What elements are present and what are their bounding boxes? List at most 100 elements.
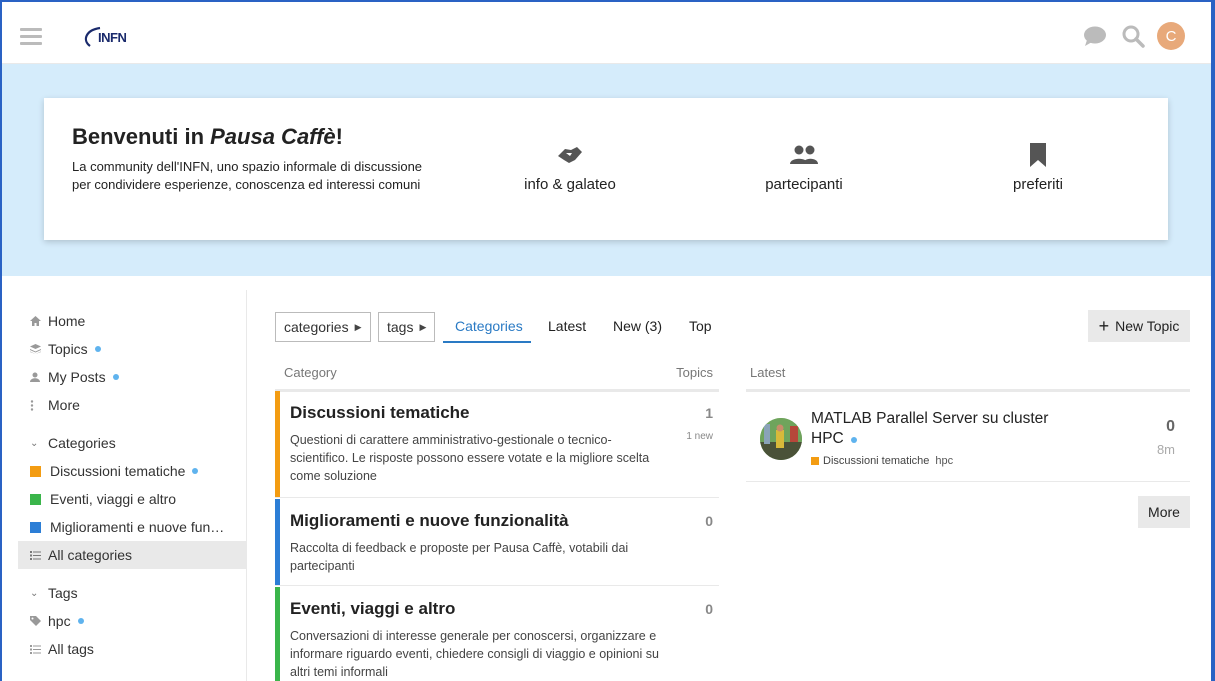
partecipanti-label: partecipanti bbox=[765, 176, 843, 193]
categories-dropdown[interactable]: categories ▶ bbox=[275, 312, 371, 342]
layers-icon bbox=[30, 344, 48, 354]
tab-top[interactable]: Top bbox=[689, 318, 712, 334]
bookmark-icon bbox=[958, 140, 1118, 170]
users-icon bbox=[724, 140, 884, 170]
tab-new[interactable]: New (3) bbox=[613, 318, 662, 334]
chevron-down-icon: ⌄ bbox=[30, 437, 39, 449]
sidebar-item-label: Eventi, viaggi e altro bbox=[50, 491, 177, 507]
home-icon bbox=[30, 316, 48, 326]
sidebar-tags-header[interactable]: ⌄ Tags bbox=[18, 579, 246, 607]
user-icon bbox=[30, 372, 48, 382]
column-header-category: Category bbox=[284, 365, 337, 380]
category-color-bar bbox=[275, 499, 280, 585]
category-color-square bbox=[30, 465, 41, 477]
sidebar-item-label: Discussioni tematiche bbox=[50, 463, 186, 479]
sidebar-section-label: Categories bbox=[48, 435, 116, 451]
categories-table-header: Category Topics bbox=[275, 362, 719, 392]
category-name[interactable]: Discussioni tematiche bbox=[290, 403, 470, 423]
sidebar-item-topics[interactable]: Topics bbox=[18, 335, 246, 363]
sidebar-item-label: hpc bbox=[48, 613, 71, 629]
category-color-bar bbox=[275, 391, 280, 497]
chevron-down-icon: ⌄ bbox=[30, 587, 39, 599]
sidebar-item-discussioni-tematiche[interactable]: Discussioni tematiche bbox=[18, 457, 246, 485]
category-topic-count: 0 bbox=[705, 601, 713, 617]
welcome-description: La community dell'INFN, uno spazio infor… bbox=[72, 159, 423, 192]
latest-topic-row[interactable]: MATLAB Parallel Server su cluster HPC Di… bbox=[746, 394, 1190, 482]
tab-categories[interactable]: Categories bbox=[455, 318, 523, 334]
sidebar-item-label: Miglioramenti e nuove fun… bbox=[50, 519, 225, 535]
sidebar-item-eventi[interactable]: Eventi, viaggi e altro bbox=[18, 485, 246, 513]
category-description: Conversazioni di interesse generale per … bbox=[290, 629, 659, 679]
vertical-dots-icon bbox=[30, 399, 48, 411]
tab-latest[interactable]: Latest bbox=[548, 318, 586, 334]
unread-dot bbox=[850, 437, 857, 443]
category-color-square bbox=[811, 457, 819, 465]
category-row-miglioramenti[interactable]: Miglioramenti e nuove funzionalità Racco… bbox=[275, 499, 719, 586]
category-name[interactable]: Miglioramenti e nuove funzionalità bbox=[290, 511, 569, 531]
tags-dropdown[interactable]: tags ▶ bbox=[378, 312, 436, 342]
tag-icon bbox=[30, 616, 48, 626]
sidebar-item-all-tags[interactable]: All tags bbox=[18, 635, 246, 663]
sidebar-item-label: Topics bbox=[48, 341, 88, 357]
handshake-icon bbox=[490, 140, 650, 170]
sidebar-item-miglioramenti[interactable]: Miglioramenti e nuove fun… bbox=[18, 513, 246, 541]
site-header: INFN C bbox=[2, 2, 1211, 64]
sidebar-divider bbox=[246, 290, 247, 681]
list-icon bbox=[30, 644, 48, 654]
dropdown-label: tags bbox=[387, 319, 414, 335]
topic-category-link[interactable]: Discussioni tematiche bbox=[823, 455, 929, 467]
info-galateo-link[interactable]: info & galateo bbox=[490, 140, 650, 193]
category-color-square bbox=[30, 521, 41, 533]
topic-tag-link[interactable]: hpc bbox=[935, 455, 953, 467]
sidebar-item-my-posts[interactable]: My Posts bbox=[18, 363, 246, 391]
sidebar-item-tag-hpc[interactable]: hpc bbox=[18, 607, 246, 635]
topic-title-link[interactable]: MATLAB Parallel Server su cluster HPC bbox=[811, 409, 1081, 449]
info-galateo-label: info & galateo bbox=[524, 176, 616, 193]
category-color-square bbox=[30, 493, 41, 505]
sidebar-item-all-categories[interactable]: All categories bbox=[18, 541, 246, 569]
new-topic-label: New Topic bbox=[1115, 318, 1180, 334]
navigation-bar: categories ▶ tags ▶ Categories Latest Ne… bbox=[275, 310, 1190, 344]
unread-dot bbox=[94, 346, 101, 352]
infn-logo[interactable]: INFN bbox=[80, 24, 140, 50]
welcome-banner: Benvenuti in Pausa Caffè! La community d… bbox=[2, 64, 1211, 276]
user-avatar[interactable]: C bbox=[1157, 22, 1185, 50]
category-description: Questioni di carattere amministrativo-ge… bbox=[290, 433, 650, 483]
category-description: Raccolta di feedback e proposte per Paus… bbox=[290, 541, 629, 573]
hamburger-menu-icon[interactable] bbox=[20, 28, 42, 46]
partecipanti-link[interactable]: partecipanti bbox=[724, 140, 884, 193]
unread-dot bbox=[77, 618, 84, 624]
sidebar-item-more[interactable]: More bbox=[18, 391, 246, 419]
logo-text: INFN bbox=[98, 30, 127, 45]
poster-avatar[interactable] bbox=[760, 418, 802, 460]
sidebar-item-label: All tags bbox=[48, 641, 94, 657]
sidebar-section-label: Tags bbox=[48, 585, 78, 601]
search-icon[interactable] bbox=[1119, 22, 1147, 50]
list-icon bbox=[30, 550, 48, 560]
category-new-count[interactable]: 1 new bbox=[686, 431, 713, 442]
new-topic-button[interactable]: + New Topic bbox=[1088, 310, 1190, 342]
sidebar-item-home[interactable]: Home bbox=[18, 307, 246, 335]
category-row-discussioni-tematiche[interactable]: Discussioni tematiche Questioni di carat… bbox=[275, 391, 719, 498]
category-name[interactable]: Eventi, viaggi e altro bbox=[290, 599, 455, 619]
topic-post-count[interactable]: 0 bbox=[1166, 418, 1175, 436]
unread-dot bbox=[192, 468, 199, 474]
plus-icon: + bbox=[1098, 316, 1110, 336]
category-topic-count: 1 bbox=[705, 405, 713, 421]
page: INFN C Benvenuti in Pausa Caffè! La comm… bbox=[2, 2, 1211, 681]
more-button[interactable]: More bbox=[1138, 496, 1190, 528]
chat-icon[interactable] bbox=[1081, 22, 1109, 50]
sidebar: Home Topics My Posts More ⌄ Categories D… bbox=[18, 307, 246, 663]
preferiti-link[interactable]: preferiti bbox=[958, 140, 1118, 193]
sidebar-categories-header[interactable]: ⌄ Categories bbox=[18, 429, 246, 457]
welcome-title: Benvenuti in Pausa Caffè! bbox=[72, 124, 343, 149]
category-color-bar bbox=[275, 587, 280, 681]
latest-header-label: Latest bbox=[750, 365, 786, 380]
category-row-eventi[interactable]: Eventi, viaggi e altro Conversazioni di … bbox=[275, 587, 719, 681]
sidebar-item-label: More bbox=[48, 397, 80, 413]
sidebar-item-label: My Posts bbox=[48, 369, 106, 385]
topic-age[interactable]: 8m bbox=[1157, 442, 1175, 457]
welcome-card: Benvenuti in Pausa Caffè! La community d… bbox=[44, 98, 1168, 240]
preferiti-label: preferiti bbox=[1012, 176, 1064, 193]
active-tab-underline bbox=[443, 341, 531, 343]
